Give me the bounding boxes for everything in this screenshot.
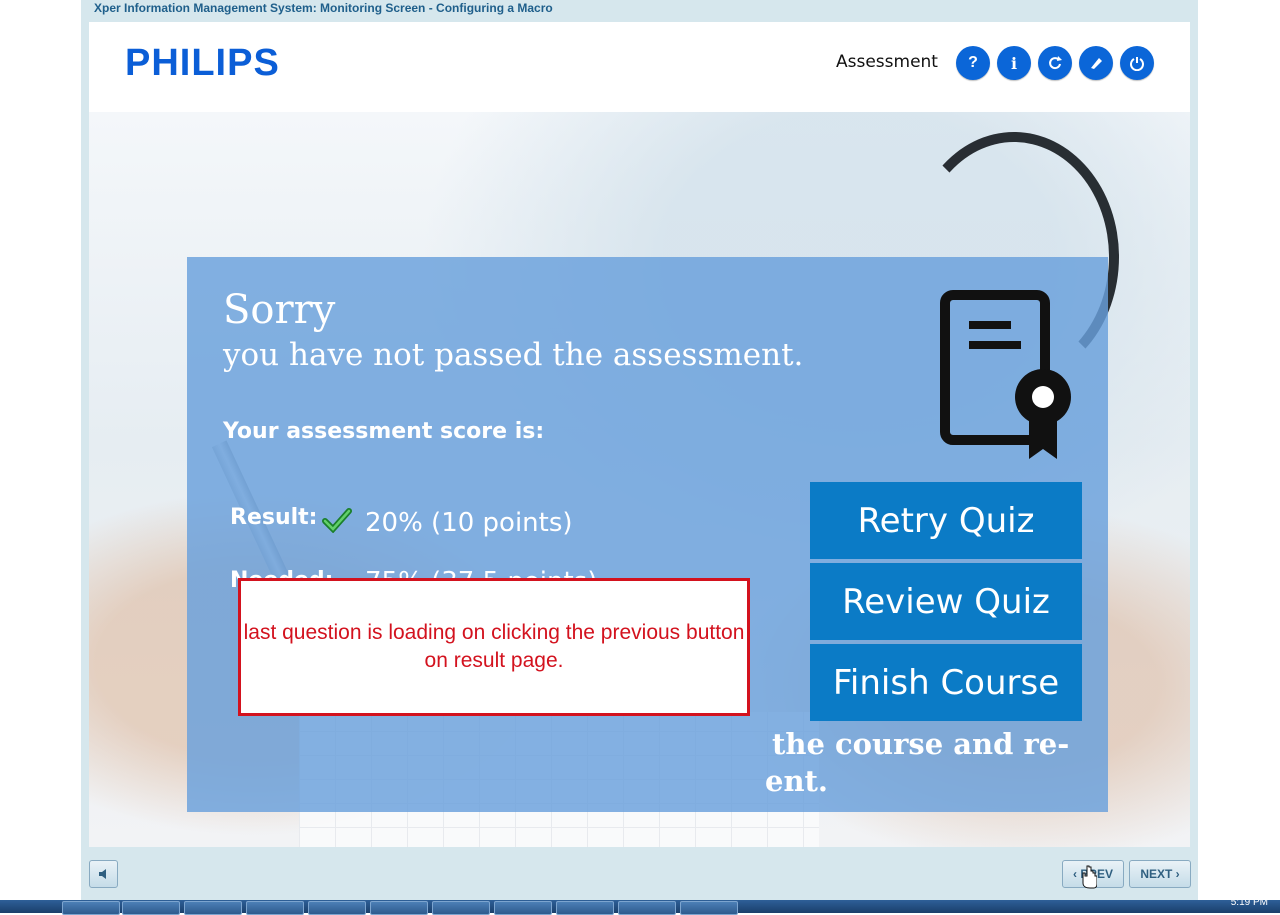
next-label: NEXT: [1140, 867, 1173, 881]
section-label: Assessment: [836, 52, 938, 72]
result-label: Result:: [230, 505, 318, 530]
course-header: PHILIPS Assessment ? i: [89, 22, 1190, 112]
chevron-right-icon: ›: [1172, 867, 1180, 881]
partially-hidden-message-line-2: ent.: [765, 764, 829, 798]
retry-quiz-button[interactable]: Retry Quiz: [810, 482, 1082, 559]
help-button[interactable]: ?: [956, 46, 990, 80]
help-icon: ?: [968, 54, 978, 71]
refresh-button[interactable]: [1038, 46, 1072, 80]
taskbar-clock: 5:19 PM: [1230, 897, 1268, 908]
score-heading: Your assessment score is:: [223, 419, 545, 444]
power-icon: [1130, 57, 1144, 71]
power-button[interactable]: [1120, 46, 1154, 80]
finish-course-button[interactable]: Finish Course: [810, 644, 1082, 721]
course-window: Xper Information Management System: Moni…: [81, 0, 1198, 900]
check-icon: [322, 508, 352, 533]
chevron-left-icon: ‹: [1072, 867, 1081, 881]
edit-icon: [1091, 58, 1102, 69]
result-value: 20% (10 points): [365, 508, 573, 538]
result-panel: Sorry you have not passed the assessment…: [187, 257, 1108, 812]
hand-cursor-icon: [1082, 865, 1097, 889]
info-button[interactable]: i: [997, 46, 1031, 80]
annotation-callout: last question is loading on clicking the…: [238, 578, 750, 716]
info-icon: i: [1010, 53, 1018, 73]
edit-button[interactable]: [1079, 46, 1113, 80]
review-quiz-button[interactable]: Review Quiz: [810, 563, 1082, 640]
course-shell: PHILIPS Assessment ? i Sorry you have no…: [89, 22, 1190, 847]
result-subtitle: you have not passed the assessment.: [223, 337, 804, 373]
refresh-icon: [1049, 56, 1062, 70]
window-title: Xper Information Management System: Moni…: [94, 1, 553, 15]
speaker-icon: [98, 869, 106, 879]
partially-hidden-message-line-1: the course and re-: [772, 727, 1070, 761]
background-image: Sorry you have not passed the assessment…: [89, 112, 1190, 847]
result-title: Sorry: [223, 287, 336, 333]
navigation-bar: ‹ PREV NEXT ›: [89, 847, 1191, 900]
certificate-icon: [940, 290, 1071, 459]
philips-logo: PHILIPS: [125, 42, 280, 84]
next-button[interactable]: NEXT ›: [1129, 860, 1191, 888]
taskbar: 5:19 PM: [0, 897, 1280, 915]
audio-button[interactable]: [89, 860, 118, 888]
